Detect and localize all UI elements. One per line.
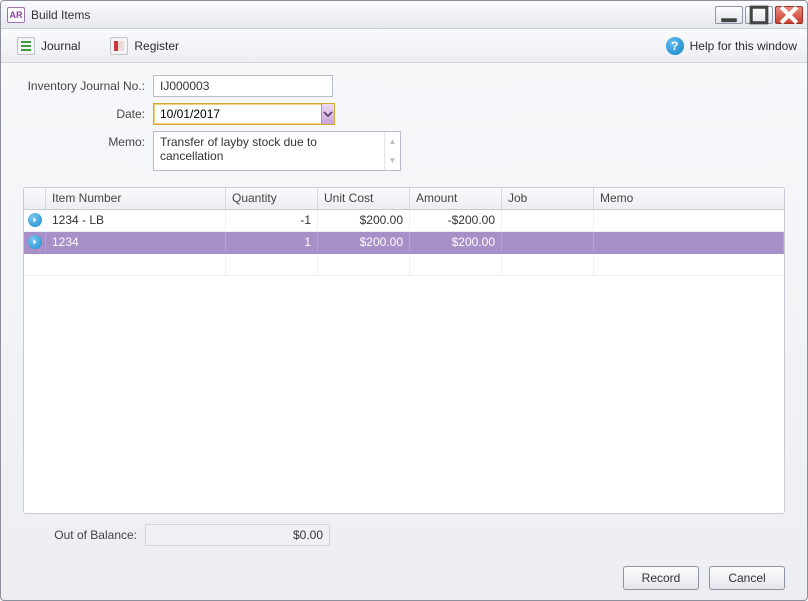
grid-header-job[interactable]: Job [502,188,594,209]
date-field[interactable] [153,103,335,125]
register-icon [110,37,128,55]
grid-header: Item Number Quantity Unit Cost Amount Jo… [24,188,784,210]
journal-no-label: Inventory Journal No.: [23,75,153,93]
cell-item[interactable]: 1234 [46,232,226,253]
chevron-down-icon [323,109,333,119]
cell-unit[interactable]: $200.00 [318,232,410,253]
footer: Record Cancel [1,556,807,600]
table-row-blank[interactable] [24,254,784,276]
cell-amount[interactable]: $200.00 [410,232,502,253]
row-icon-cell [24,210,46,231]
memo-input[interactable] [154,132,384,170]
cell-job[interactable] [502,210,594,231]
minimize-button[interactable] [715,6,743,24]
balance-label: Out of Balance: [23,528,145,542]
date-input[interactable] [154,104,321,124]
maximize-button[interactable] [745,6,773,24]
help-link[interactable]: ? Help for this window [666,37,797,55]
memo-label: Memo: [23,131,153,149]
items-grid: Item Number Quantity Unit Cost Amount Jo… [23,187,785,514]
content-area: Inventory Journal No.: Date: Memo: ▲ [1,63,807,556]
table-row[interactable]: 1234 - LB-1$200.00-$200.00 [24,210,784,232]
titlebar: AR Build Items [1,1,807,29]
table-row[interactable]: 12341$200.00$200.00 [24,232,784,254]
window-controls [715,6,803,24]
date-dropdown-button[interactable] [321,104,334,124]
grid-header-unit[interactable]: Unit Cost [318,188,410,209]
close-button[interactable] [775,6,803,24]
row-arrow-icon [28,213,42,227]
journal-icon [17,37,35,55]
app-icon: AR [7,7,25,23]
record-button[interactable]: Record [623,566,699,590]
journal-label: Journal [41,39,80,53]
date-label: Date: [23,103,153,121]
cell-qty[interactable]: 1 [226,232,318,253]
journal-no-input[interactable] [153,75,333,97]
cell-memo[interactable] [594,232,784,253]
memo-up-button[interactable]: ▲ [385,132,400,151]
help-icon: ? [666,37,684,55]
row-icon-cell [24,232,46,253]
header-form: Inventory Journal No.: Date: Memo: ▲ [23,75,785,177]
cell-item[interactable]: 1234 - LB [46,210,226,231]
toolbar: Journal Register ? Help for this window [1,29,807,63]
help-label: Help for this window [690,39,797,53]
grid-header-qty[interactable]: Quantity [226,188,318,209]
grid-header-amount[interactable]: Amount [410,188,502,209]
cell-unit[interactable]: $200.00 [318,210,410,231]
journal-link[interactable]: Journal [11,33,86,59]
balance-value: $0.00 [145,524,330,546]
balance-row: Out of Balance: $0.00 [23,524,785,546]
memo-down-button[interactable]: ▼ [385,151,400,170]
register-link[interactable]: Register [104,33,185,59]
row-arrow-icon [28,235,42,249]
grid-body[interactable]: 1234 - LB-1$200.00-$200.0012341$200.00$2… [24,210,784,513]
grid-header-memo[interactable]: Memo [594,188,784,209]
grid-header-icon [24,188,46,209]
cell-job[interactable] [502,232,594,253]
window-title: Build Items [31,8,715,22]
grid-header-item[interactable]: Item Number [46,188,226,209]
register-label: Register [134,39,179,53]
cancel-button[interactable]: Cancel [709,566,785,590]
cell-memo[interactable] [594,210,784,231]
build-items-window: AR Build Items Journal Register ? Help f… [0,0,808,601]
cell-qty[interactable]: -1 [226,210,318,231]
cell-amount[interactable]: -$200.00 [410,210,502,231]
memo-field: ▲ ▼ [153,131,401,171]
